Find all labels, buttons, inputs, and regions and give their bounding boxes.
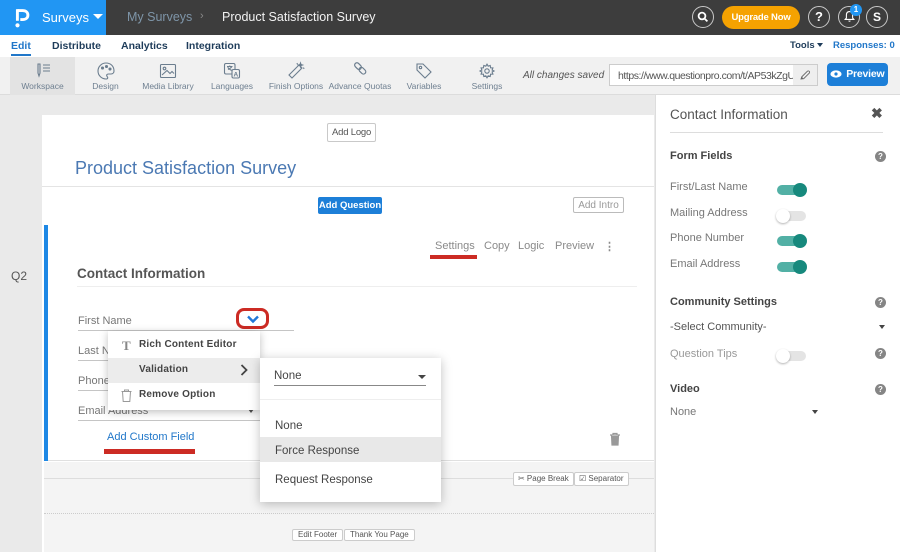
- svg-text:A: A: [233, 71, 238, 78]
